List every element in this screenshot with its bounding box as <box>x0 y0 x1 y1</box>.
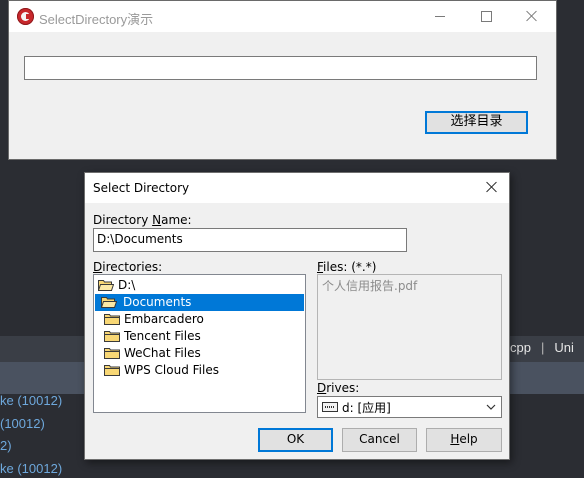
cancel-button[interactable]: Cancel <box>342 428 417 452</box>
dialog-title-bar[interactable]: Select Directory <box>85 173 509 203</box>
dialog-close-button[interactable] <box>479 173 509 203</box>
maximize-button[interactable] <box>463 1 509 32</box>
file-item[interactable]: 个人信用报告.pdf <box>322 277 417 294</box>
directory-item-selected[interactable]: Documents <box>95 294 304 311</box>
background-list-item[interactable]: (10012) <box>0 413 90 436</box>
open-folder-icon <box>101 297 117 308</box>
minimize-button[interactable] <box>417 1 463 32</box>
dialog-title: Select Directory <box>93 181 190 195</box>
minimize-icon <box>435 16 445 17</box>
folder-icon <box>104 314 120 325</box>
close-icon <box>526 10 538 22</box>
files-list[interactable]: 个人信用报告.pdf <box>317 274 502 380</box>
chevron-down-icon <box>486 404 496 410</box>
directories-label: Directories: <box>93 260 163 274</box>
background-tab[interactable]: cpp <box>510 340 531 355</box>
main-window: SelectDirectory演示 选择目录 <box>8 0 557 160</box>
close-button[interactable] <box>509 1 555 32</box>
help-button[interactable]: Help <box>426 428 502 452</box>
drive-icon <box>322 402 338 412</box>
directory-name-field[interactable]: D:\Documents <box>93 228 407 252</box>
main-title-bar[interactable]: SelectDirectory演示 <box>9 1 556 32</box>
ok-button[interactable]: OK <box>258 428 333 452</box>
background-list-item[interactable]: ke (10012) <box>0 458 90 478</box>
drives-dropdown[interactable]: d: [应用] <box>317 396 502 418</box>
select-directory-button[interactable]: 选择目录 <box>425 111 528 134</box>
drives-label: Drives: <box>317 381 360 395</box>
maximize-icon <box>481 11 492 22</box>
select-directory-dialog: Select Directory Directory Name: D:\Docu… <box>84 172 510 460</box>
background-tab[interactable]: Uni <box>554 340 574 355</box>
app-icon <box>17 8 34 25</box>
drive-value: d: [应用] <box>342 401 391 415</box>
directory-edit[interactable] <box>24 56 537 80</box>
main-window-title: SelectDirectory演示 <box>39 12 154 27</box>
open-folder-icon <box>98 280 114 291</box>
background-list: ke (10012) (10012) 2) ke (10012) <box>0 390 90 478</box>
folder-icon <box>104 365 120 376</box>
background-tabs: cpp | Uni <box>510 340 574 355</box>
directories-list[interactable]: D:\ Documents Embarcadero Tencent Files <box>93 274 306 413</box>
files-label: Files: (*.*) <box>317 260 377 274</box>
folder-icon <box>104 331 120 342</box>
folder-icon <box>104 348 120 359</box>
background-list-item[interactable]: ke (10012) <box>0 390 90 413</box>
directory-name-label: Directory Name: <box>93 213 192 227</box>
close-icon <box>486 181 498 193</box>
background-list-item[interactable]: 2) <box>0 435 90 458</box>
